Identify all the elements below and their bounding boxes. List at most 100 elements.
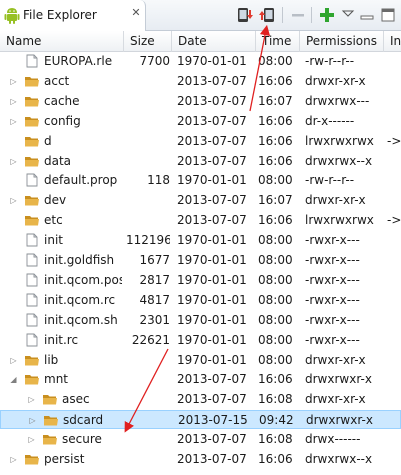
file-info <box>387 191 401 210</box>
file-time: 08:00 <box>258 54 293 68</box>
file-date: 1970-01-01 <box>177 253 247 267</box>
folder-icon <box>43 395 57 405</box>
file-permissions: drwx------ <box>305 432 361 446</box>
table-row[interactable]: init.qcom.rc 4817 1970-01-01 08:00 -rwxr-x--… <box>0 291 401 310</box>
file-size <box>126 450 170 469</box>
file-permissions: lrwxrwxrwx <box>305 134 374 148</box>
file-time: 08:00 <box>258 313 293 327</box>
table-row[interactable]: init.rc 22621 1970-01-01 08:00 -rwxr-x--- <box>0 331 401 350</box>
file-name: acct <box>44 74 70 88</box>
file-date: 2013-07-07 <box>177 392 247 406</box>
column-time-header[interactable]: Time <box>256 31 300 52</box>
file-date: 2013-07-07 <box>177 193 247 207</box>
file-name: etc <box>44 213 63 227</box>
expand-arrow-icon[interactable]: ▷ <box>27 395 36 404</box>
file-size: 22621 <box>131 333 170 347</box>
column-permissions-header[interactable]: Permissions <box>300 31 384 52</box>
file-name: init.qcom.rc <box>44 293 116 307</box>
file-icon <box>26 253 38 267</box>
table-row[interactable]: etc 2013-07-07 16:06 lrwxrwxrwx -> <box>0 211 401 230</box>
table-row[interactable]: default.prop 118 1970-01-01 08:00 -rw-r--r-- <box>0 171 401 190</box>
table-row[interactable]: ▷ data 2013-07-07 16:06 drwxrwx--x <box>0 152 401 171</box>
table-row[interactable]: ▷ asec 2013-07-07 16:08 drwxr-xr-x <box>0 390 401 409</box>
table-row[interactable]: init.qcom.pos 2817 1970-01-01 08:00 -rwxr-x-… <box>0 271 401 290</box>
file-permissions: -rw-r--r-- <box>305 54 355 68</box>
file-time: 08:00 <box>258 273 293 287</box>
table-row[interactable]: init.goldfish 1677 1970-01-01 08:00 -rwxr-x-… <box>0 251 401 270</box>
expand-arrow-icon[interactable]: ▷ <box>9 157 18 166</box>
file-date: 2013-07-07 <box>177 372 247 386</box>
table-row[interactable]: ▷ dev 2013-07-07 16:07 drwxr-xr-x <box>0 191 401 210</box>
file-name: data <box>44 154 72 168</box>
file-time: 16:06 <box>258 74 293 88</box>
table-row[interactable]: init.qcom.sh 2301 1970-01-01 08:00 -rwxr-x--… <box>0 311 401 330</box>
expand-arrow-icon[interactable]: ▷ <box>9 117 18 126</box>
file-size <box>126 112 170 131</box>
table-row[interactable]: ▷ lib 1970-01-01 08:00 drwxr-xr-x <box>0 351 401 370</box>
file-info <box>387 351 401 370</box>
table-row[interactable]: ▷ config 2013-07-07 16:06 dr-x------ <box>0 112 401 131</box>
table-row[interactable]: ▷ sdcard 2013-07-15 09:42 drwxrwxr-x <box>0 410 401 429</box>
expand-arrow-icon[interactable]: ▷ <box>27 435 36 444</box>
pull-file-icon[interactable] <box>236 6 254 24</box>
close-icon[interactable]: ✕ <box>130 7 142 19</box>
file-name: default.prop <box>44 173 118 187</box>
expand-arrow-icon[interactable]: ▷ <box>9 77 18 86</box>
file-name: init.qcom.pos <box>44 273 122 287</box>
view-menu-icon[interactable] <box>341 6 355 24</box>
table-row[interactable]: ◢ mnt 2013-07-07 16:06 drwxrwxr-x <box>0 370 401 389</box>
file-size: 2817 <box>139 273 170 287</box>
table-header: Name Size Date Time Permissions Info <box>0 31 401 52</box>
file-icon <box>26 333 38 347</box>
table-row[interactable]: ▷ secure 2013-07-07 16:08 drwx------ <box>0 430 401 449</box>
push-file-icon[interactable] <box>258 6 276 24</box>
file-time: 16:07 <box>258 94 293 108</box>
file-icon <box>26 313 38 327</box>
folder-icon <box>25 375 39 385</box>
column-name-header[interactable]: Name <box>0 31 124 52</box>
toolbar-separator <box>282 7 283 23</box>
collapse-arrow-icon[interactable]: ◢ <box>9 375 18 384</box>
table-row[interactable]: d 2013-07-07 16:06 lrwxrwxrwx -> <box>0 132 401 151</box>
file-name: sdcard <box>63 413 104 427</box>
file-name: persist <box>44 452 85 466</box>
file-date: 2013-07-07 <box>177 154 247 168</box>
table-row[interactable]: ▷ persist 2013-07-07 16:06 drwxrwx--x <box>0 450 401 469</box>
column-date-header[interactable]: Date <box>172 31 256 52</box>
file-date: 1970-01-01 <box>177 293 247 307</box>
toolbar-separator <box>311 7 312 23</box>
file-permissions: drwxr-xr-x <box>305 353 366 367</box>
maximize-icon[interactable] <box>379 6 397 24</box>
file-size <box>126 132 170 151</box>
folder-icon <box>25 455 39 465</box>
table-row[interactable]: ▷ acct 2013-07-07 16:06 drwxr-xr-x <box>0 72 401 91</box>
delete-icon[interactable] <box>289 6 307 24</box>
file-date: 1970-01-01 <box>177 353 247 367</box>
file-permissions: drwxr-xr-x <box>305 193 366 207</box>
expand-arrow-icon[interactable]: ▷ <box>9 455 18 464</box>
file-time: 09:42 <box>259 413 294 427</box>
table-row[interactable]: init 112196 1970-01-01 08:00 -rwxr-x--- <box>0 231 401 250</box>
table-row[interactable]: ▷ cache 2013-07-07 16:07 drwxrwx--- <box>0 92 401 111</box>
expand-arrow-icon[interactable]: ▷ <box>9 97 18 106</box>
column-size-header[interactable]: Size <box>124 31 172 52</box>
folder-icon <box>25 97 39 107</box>
table-row[interactable]: EUROPA.rle 7700 1970-01-01 08:00 -rw-r--r-- <box>0 52 401 71</box>
file-permissions: -rwxr-x--- <box>305 293 360 307</box>
file-name: config <box>44 114 81 128</box>
file-info <box>387 331 401 350</box>
file-size <box>126 191 170 210</box>
column-info-header[interactable]: Info <box>384 31 401 52</box>
file-info <box>387 112 401 131</box>
file-name: init.rc <box>44 333 79 347</box>
expand-arrow-icon[interactable]: ▷ <box>9 356 18 365</box>
file-time: 08:00 <box>258 353 293 367</box>
minimize-icon[interactable] <box>358 6 376 24</box>
new-folder-icon[interactable] <box>318 6 336 24</box>
file-permissions: drwxrwxr-x <box>306 413 373 427</box>
file-permissions: -rwxr-x--- <box>305 233 360 247</box>
expand-arrow-icon[interactable]: ▷ <box>9 196 18 205</box>
expand-arrow-icon[interactable]: ▷ <box>28 416 37 425</box>
tab-file-explorer[interactable]: File Explorer ✕ <box>0 0 146 31</box>
file-name: lib <box>44 353 59 367</box>
